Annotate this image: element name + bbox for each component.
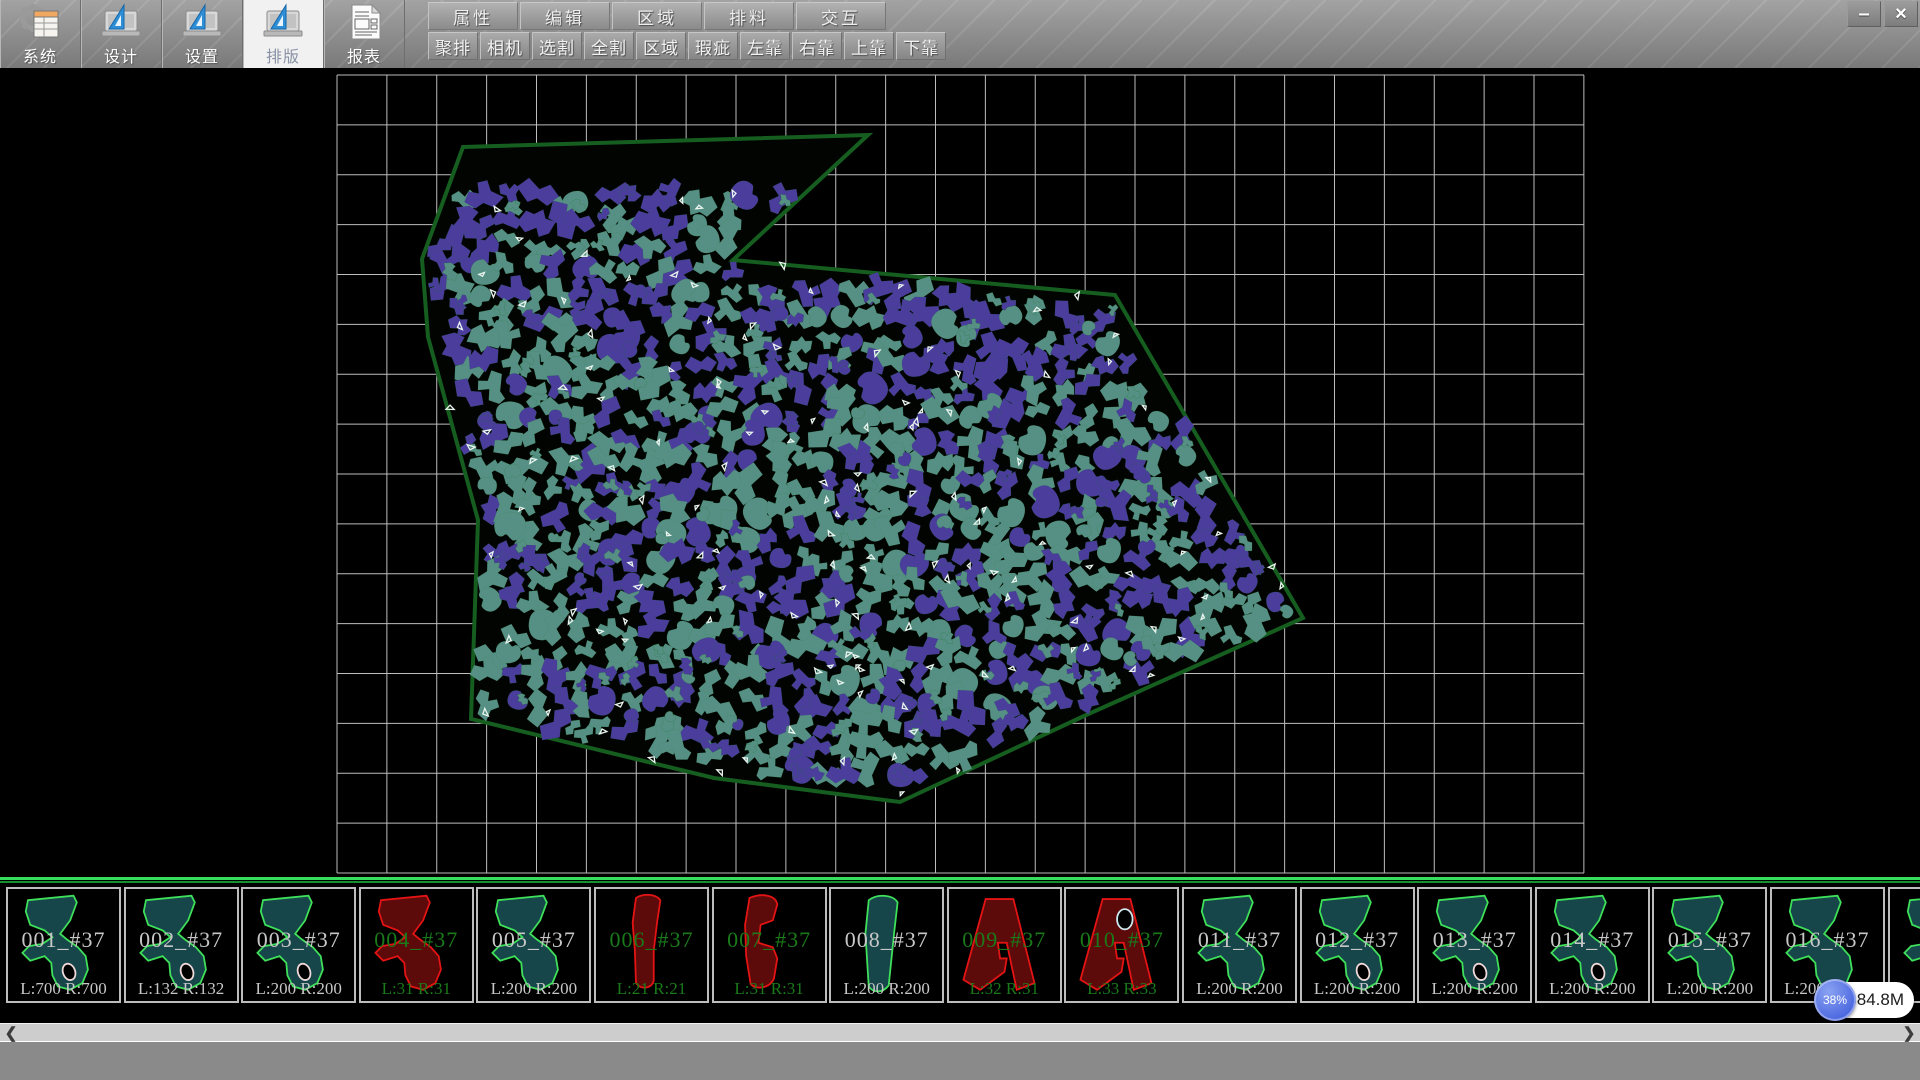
tool-button-row: 聚排 相机 选割 全割 区域 瑕疵 左靠 右靠 上靠 下靠 (428, 32, 948, 60)
piece-name-label: 006_#37 (596, 927, 707, 953)
piece-name-label: 015_#37 (1654, 927, 1765, 953)
piece-name-label: 011_#37 (1184, 927, 1295, 953)
piece-name-label: 005_#37 (478, 927, 589, 953)
thumbnail-piece-cell[interactable]: 005_#37 L:200 R:200 (476, 887, 591, 1003)
thumbnail-piece-cell[interactable]: 004_#37 L:31 R:31 (359, 887, 474, 1003)
nav-icon-row: 系统 设计 设置 (0, 0, 405, 68)
thumbnail-piece-cell[interactable]: 001_#37 L:700 R:700 (6, 887, 121, 1003)
menu-tab-nesting[interactable]: 排料 (704, 2, 794, 30)
piece-name-label: 004_#37 (361, 927, 472, 953)
piece-name-label: 002_#37 (126, 927, 237, 953)
gear-table-icon (18, 3, 62, 41)
piece-count-label: L:200 R:200 (1184, 979, 1295, 999)
thumbnail-piece-cell[interactable]: 015_#37 L:200 R:200 (1652, 887, 1767, 1003)
ruler-monitor-icon (99, 3, 143, 41)
piece-count-label: L:31 R:31 (361, 979, 472, 999)
nav-button-settings[interactable]: 设置 (162, 0, 243, 68)
piece-count-label: L:200 R:200 (1537, 979, 1648, 999)
progress-badge: 384.8M 38% (1814, 979, 1914, 1023)
piece-count-label: L:200 R:200 (478, 979, 589, 999)
nav-label: 设置 (185, 43, 219, 67)
thumbnail-piece-cell[interactable]: 013_#37 L:200 R:200 (1417, 887, 1532, 1003)
thumbnail-piece-cell[interactable]: 014_#37 L:200 R:200 (1535, 887, 1650, 1003)
thumbnail-piece-cell[interactable]: 006_#37 L:21 R:21 (594, 887, 709, 1003)
piece-count-label: L:200 R:200 (1419, 979, 1530, 999)
tool-button-defect[interactable]: 瑕疵 (688, 32, 738, 60)
piece-count-label: L:200 R:200 (1654, 979, 1765, 999)
scroll-left-arrow-icon[interactable]: ❮ (0, 1024, 22, 1041)
tool-button-snap-left[interactable]: 左靠 (740, 32, 790, 60)
tool-button-snap-up[interactable]: 上靠 (844, 32, 894, 60)
piece-name-label: 008_#37 (831, 927, 942, 953)
menu-tab-region[interactable]: 区域 (612, 2, 702, 30)
thumbnail-piece-cell[interactable]: 009_#37 L:32 R:31 (947, 887, 1062, 1003)
nav-label: 设计 (104, 43, 138, 67)
piece-count-label: L:31 R:31 (714, 979, 825, 999)
thumbnail-piece-cell[interactable]: 012_#37 L:200 R:200 (1300, 887, 1415, 1003)
piece-count-label: L:21 R:21 (596, 979, 707, 999)
tool-button-snap-right[interactable]: 右靠 (792, 32, 842, 60)
piece-name-label: 003_#37 (243, 927, 354, 953)
piece-name-label: 001_#37 (8, 927, 119, 953)
thumbnail-piece-cell[interactable]: 011_#37 L:200 R:200 (1182, 887, 1297, 1003)
nav-label: 报表 (347, 43, 381, 67)
tool-button-region[interactable]: 区域 (636, 32, 686, 60)
ruler-monitor-icon (180, 3, 224, 41)
piece-name-label: 010_#37 (1066, 927, 1177, 953)
menu-tab-interaction[interactable]: 交互 (796, 2, 886, 30)
piece-count-label: L:700 R:700 (8, 979, 119, 999)
nav-label: 排版 (266, 43, 300, 67)
ruler-monitor-icon (261, 3, 305, 41)
window-controls: – × (1844, 1, 1918, 27)
nesting-canvas[interactable] (0, 68, 1920, 877)
horizontal-scrollbar[interactable]: ❮ ❯ (0, 1023, 1920, 1042)
menu-tab-edit[interactable]: 编辑 (520, 2, 610, 30)
piece-name-label: 013_#37 (1419, 927, 1530, 953)
piece-count-label: L:200 R:200 (831, 979, 942, 999)
piece-thumbnail-strip: 001_#37L:700 R:700002_#37L:132 R:132003_… (0, 883, 1920, 1023)
piece-count-label: L:132 R:132 (126, 979, 237, 999)
status-bar (0, 1042, 1920, 1080)
thumbnail-piece-cell[interactable]: 007_#37 L:31 R:31 (712, 887, 827, 1003)
minimize-button[interactable]: – (1847, 1, 1881, 27)
tool-button-snap-down[interactable]: 下靠 (896, 32, 946, 60)
menu-tab-row: 属性 编辑 区域 排料 交互 (428, 2, 888, 30)
thumbnail-piece-cell[interactable]: 002_#37 L:132 R:132 (124, 887, 239, 1003)
tool-button-camera[interactable]: 相机 (480, 32, 530, 60)
nav-button-design[interactable]: 设计 (81, 0, 162, 68)
tool-button-cluster-nest[interactable]: 聚排 (428, 32, 478, 60)
nav-label: 系统 (23, 43, 57, 67)
piece-name-label: 016_#37 (1772, 927, 1883, 953)
piece-count-label: L:33 R:33 (1066, 979, 1177, 999)
report-document-icon (342, 3, 386, 41)
tool-button-cut-all[interactable]: 全割 (584, 32, 634, 60)
progress-percent-badge: 38% (1814, 979, 1856, 1021)
nav-button-layout-selected[interactable]: 排版 (243, 0, 324, 68)
piece-name-label: 007_#37 (714, 927, 825, 953)
thumbnail-piece-cell[interactable]: 010_#37 L:33 R:33 (1064, 887, 1179, 1003)
piece-count-label: L:32 R:31 (949, 979, 1060, 999)
piece-name-label: 014_#37 (1537, 927, 1648, 953)
scroll-right-arrow-icon[interactable]: ❯ (1898, 1024, 1920, 1041)
piece-count-label: L:200 R:200 (1302, 979, 1413, 999)
piece-count-label: L:200 R:200 (243, 979, 354, 999)
thumbnail-piece-cell[interactable]: 003_#37 L:200 R:200 (241, 887, 356, 1003)
piece-name-label: 0 (1890, 927, 1920, 953)
toolbar: 系统 设计 设置 (0, 0, 1920, 68)
tool-button-select-cut[interactable]: 选割 (532, 32, 582, 60)
close-button[interactable]: × (1884, 1, 1918, 27)
nesting-canvas-drawing (0, 68, 1920, 877)
piece-name-label: 009_#37 (949, 927, 1060, 953)
thumbnail-piece-cell[interactable]: 008_#37 L:200 R:200 (829, 887, 944, 1003)
nav-button-report[interactable]: 报表 (324, 0, 405, 68)
piece-name-label: 012_#37 (1302, 927, 1413, 953)
menu-tab-attributes[interactable]: 属性 (428, 2, 518, 30)
nav-button-system[interactable]: 系统 (0, 0, 81, 68)
